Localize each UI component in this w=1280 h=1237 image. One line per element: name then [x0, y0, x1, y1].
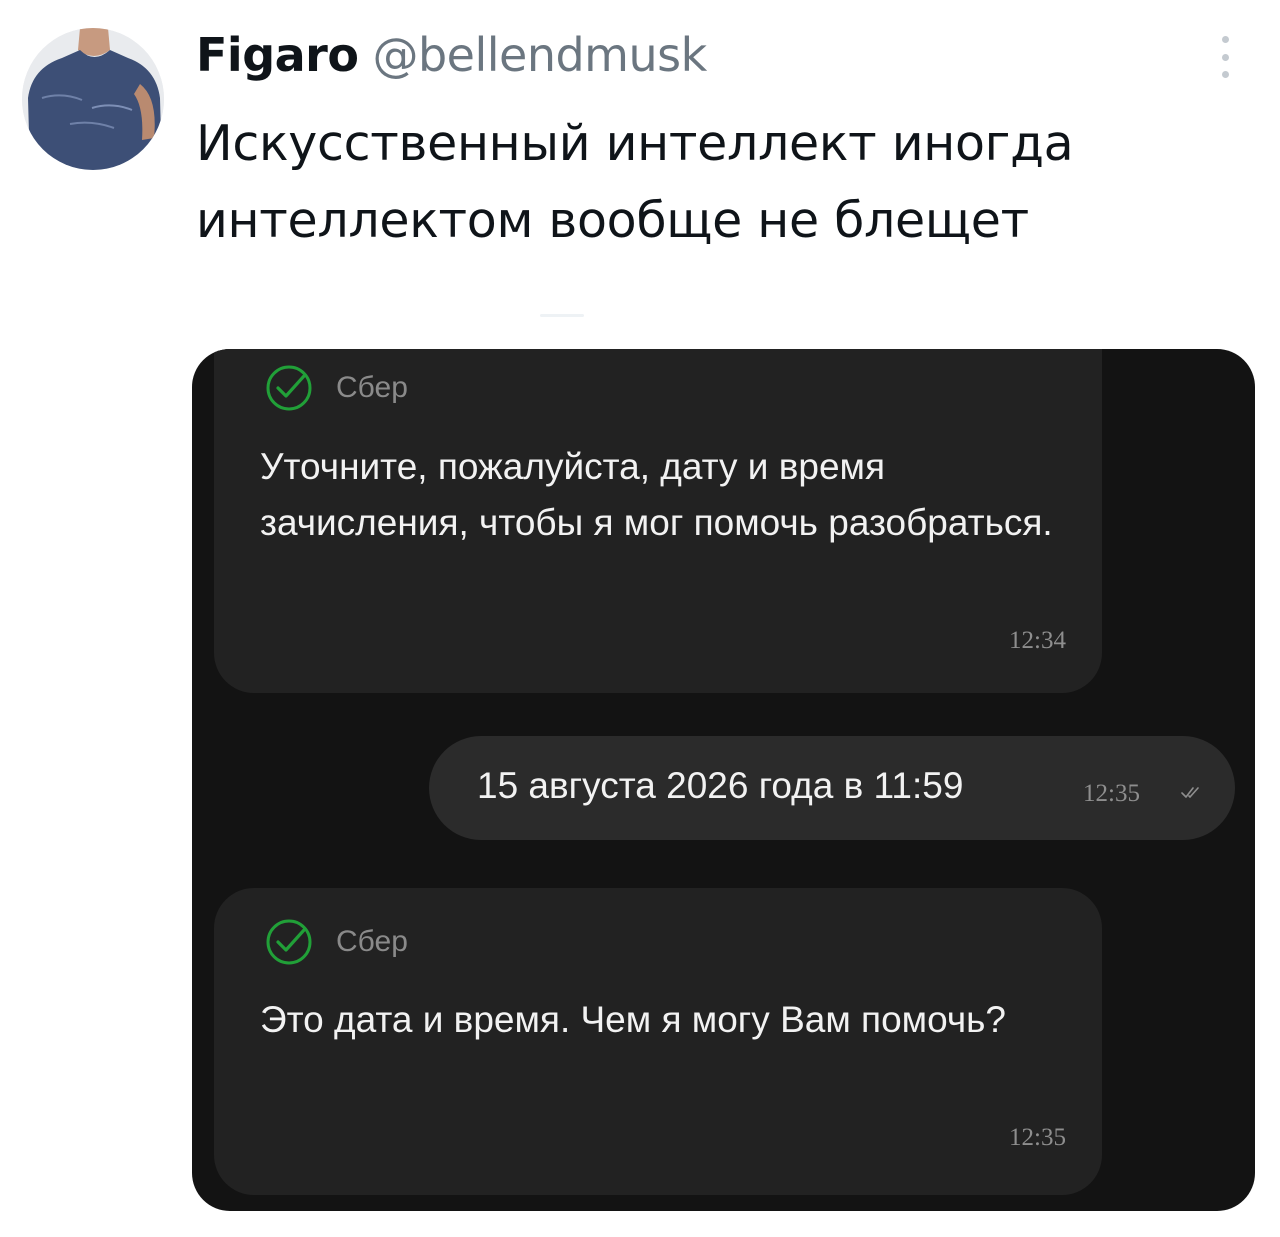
avatar-photo	[22, 28, 164, 170]
message-time: 12:34	[1009, 627, 1066, 654]
more-vertical-icon[interactable]	[1210, 32, 1240, 82]
message-text: Уточните, пожалуйста, дату и время зачис…	[260, 446, 1053, 543]
divider	[540, 314, 584, 317]
message-sender: Сбер	[264, 917, 408, 967]
message-text: Это дата и время. Чем я могу Вам помочь?	[260, 999, 1006, 1040]
double-check-icon	[1181, 787, 1199, 798]
message-time: 12:35	[1083, 780, 1140, 807]
bot-message: Сбер Уточните, пожалуйста, дату и время …	[214, 349, 1102, 693]
author-handle[interactable]: @bellendmusk	[372, 28, 707, 82]
message-text: 15 августа 2026 года в 11:59	[477, 765, 964, 806]
tweet-text: Искусственный интеллект иногда интеллект…	[196, 115, 1074, 249]
tweet-author: Figaro @bellendmusk	[196, 28, 707, 88]
sender-name: Сбер	[336, 925, 408, 958]
sender-name: Сбер	[336, 371, 408, 404]
bot-message: Сбер Это дата и время. Чем я могу Вам по…	[214, 888, 1102, 1195]
author-name[interactable]: Figaro	[196, 28, 359, 82]
message-time: 12:35	[1009, 1124, 1066, 1151]
message-sender: Сбер	[264, 363, 408, 413]
chat-screenshot[interactable]: Сбер Уточните, пожалуйста, дату и время …	[192, 349, 1255, 1211]
user-message: 15 августа 2026 года в 11:59 12:35	[429, 736, 1235, 840]
sber-check-icon	[266, 365, 312, 411]
sber-check-icon	[266, 919, 312, 965]
author-avatar[interactable]	[22, 28, 164, 170]
